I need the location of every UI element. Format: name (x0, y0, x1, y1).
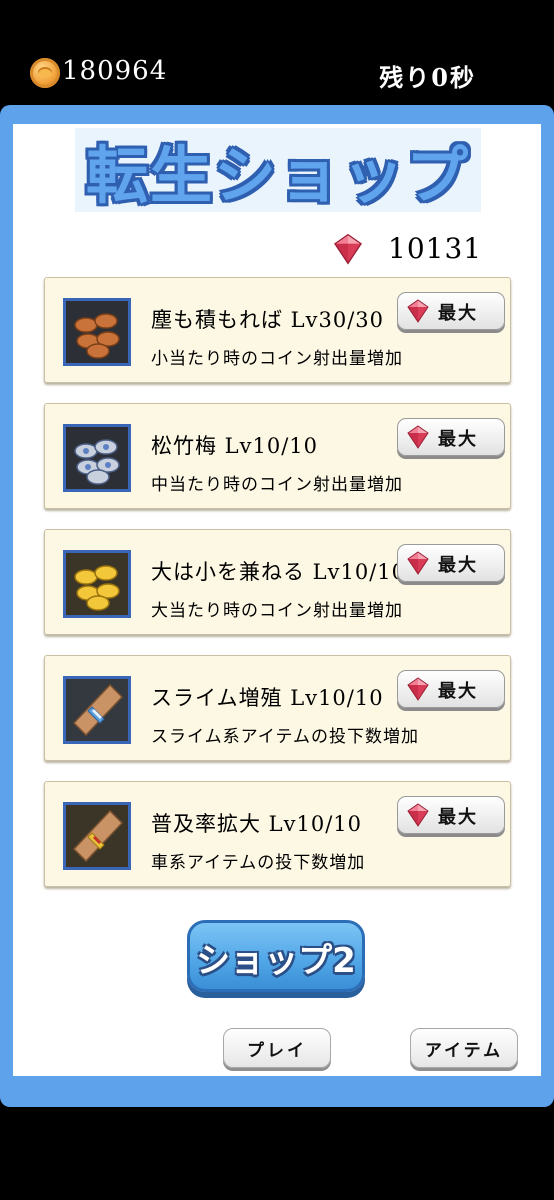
scroll-blue-icon (63, 676, 131, 744)
shop-title: 転生ショップ (85, 139, 470, 212)
scroll-yellow-icon (63, 802, 131, 870)
max-level-button[interactable]: 最大 (397, 544, 505, 582)
items-button[interactable]: アイテム (410, 1028, 518, 1068)
shop-item-card: 大は小を兼ねる Lv10/10 大当たり時のコイン射出量増加 最大 (44, 529, 511, 635)
ruby-gem-icon (407, 803, 429, 827)
item-description: 車系アイテムの投下数増加 (151, 853, 366, 873)
max-level-button[interactable]: 最大 (397, 292, 505, 330)
shop2-button[interactable]: ショップ2 (187, 920, 365, 992)
max-level-button[interactable]: 最大 (397, 670, 505, 708)
item-name: 大は小を兼ねる Lv10/10 (151, 560, 407, 584)
item-name: スライム増殖 Lv10/10 (151, 686, 384, 710)
max-button-label: 最大 (438, 303, 478, 324)
shop-item-card: 普及率拡大 Lv10/10 車系アイテムの投下数増加 最大 (44, 781, 511, 887)
ruby-gem-icon (407, 425, 429, 449)
ruby-gem-icon (407, 677, 429, 701)
ruby-gem-icon (407, 551, 429, 575)
max-button-label: 最大 (438, 555, 478, 576)
item-description: 大当たり時のコイン射出量増加 (151, 601, 403, 621)
gold-coin-icon (30, 58, 60, 88)
gem-total: 10131 (388, 232, 483, 265)
time-remaining: 残り0秒 (379, 63, 476, 92)
item-description: 小当たり時のコイン射出量増加 (151, 349, 403, 369)
item-name: 塵も積もれば Lv30/30 (151, 308, 385, 332)
max-button-label: 最大 (438, 807, 478, 828)
max-level-button[interactable]: 最大 (397, 418, 505, 456)
item-name: 松竹梅 Lv10/10 (151, 434, 319, 458)
shop-item-card: スライム増殖 Lv10/10 スライム系アイテムの投下数増加 最大 (44, 655, 511, 761)
items-label: アイテム (424, 1040, 504, 1061)
shop-item-card: 松竹梅 Lv10/10 中当たり時のコイン射出量増加 最大 (44, 403, 511, 509)
max-level-button[interactable]: 最大 (397, 796, 505, 834)
max-button-label: 最大 (438, 681, 478, 702)
silver-coin-stack-icon (63, 424, 131, 492)
play-label: プレイ (247, 1040, 307, 1061)
item-description: スライム系アイテムの投下数増加 (151, 727, 419, 747)
ruby-gem-icon (407, 299, 429, 323)
shop2-label: ショップ2 (196, 941, 356, 981)
top-status-bar: 180964 残り0秒 (0, 0, 554, 105)
ruby-gem-icon (334, 233, 362, 265)
shop-title-banner: 転生ショップ (75, 128, 481, 212)
play-button[interactable]: プレイ (223, 1028, 331, 1068)
shop-item-card: 塵も積もれば Lv30/30 小当たり時のコイン射出量増加 最大 (44, 277, 511, 383)
item-description: 中当たり時のコイン射出量増加 (151, 475, 403, 495)
coin-count: 180964 (62, 56, 168, 86)
bronze-coin-stack-icon (63, 298, 131, 366)
max-button-label: 最大 (438, 429, 478, 450)
gold-coin-stack-icon (63, 550, 131, 618)
item-name: 普及率拡大 Lv10/10 (151, 812, 363, 836)
